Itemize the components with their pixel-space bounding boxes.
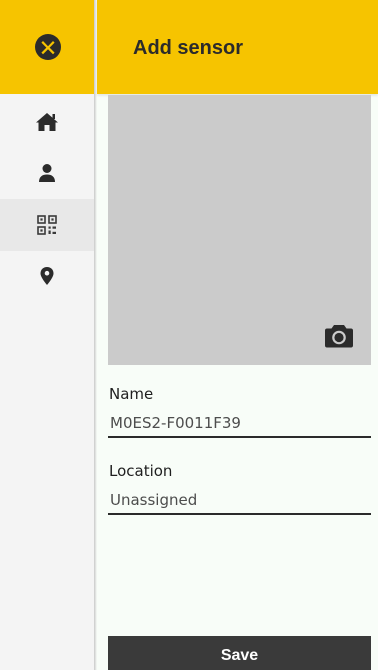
sidebar-item-qr-scan[interactable] — [0, 199, 94, 251]
location-label: Location — [109, 462, 173, 480]
sidebar-item-person[interactable] — [0, 147, 94, 199]
name-field[interactable]: M0ES2-F0011F39 — [108, 410, 371, 438]
sidebar-divider — [94, 0, 97, 670]
sidebar-header — [0, 0, 94, 94]
camera-icon — [324, 323, 354, 349]
location-pin-icon — [39, 266, 55, 286]
name-label: Name — [109, 385, 154, 403]
home-icon — [35, 112, 59, 132]
qr-code-icon — [37, 215, 57, 235]
sensor-photo-placeholder — [108, 95, 371, 365]
sidebar-item-home[interactable] — [0, 96, 94, 148]
sidebar-item-location[interactable] — [0, 250, 94, 302]
app-bar: Add sensor — [97, 0, 378, 94]
page-title: Add sensor — [133, 37, 244, 59]
save-button[interactable]: Save — [108, 636, 371, 670]
person-icon — [37, 163, 57, 183]
location-field[interactable]: Unassigned — [108, 487, 371, 515]
x-logo-icon[interactable] — [35, 34, 61, 60]
app-root: Add sensor Name M0ES2-F0011F39 Location … — [0, 0, 378, 670]
take-photo-button[interactable] — [324, 323, 354, 349]
sidebar — [0, 0, 94, 670]
